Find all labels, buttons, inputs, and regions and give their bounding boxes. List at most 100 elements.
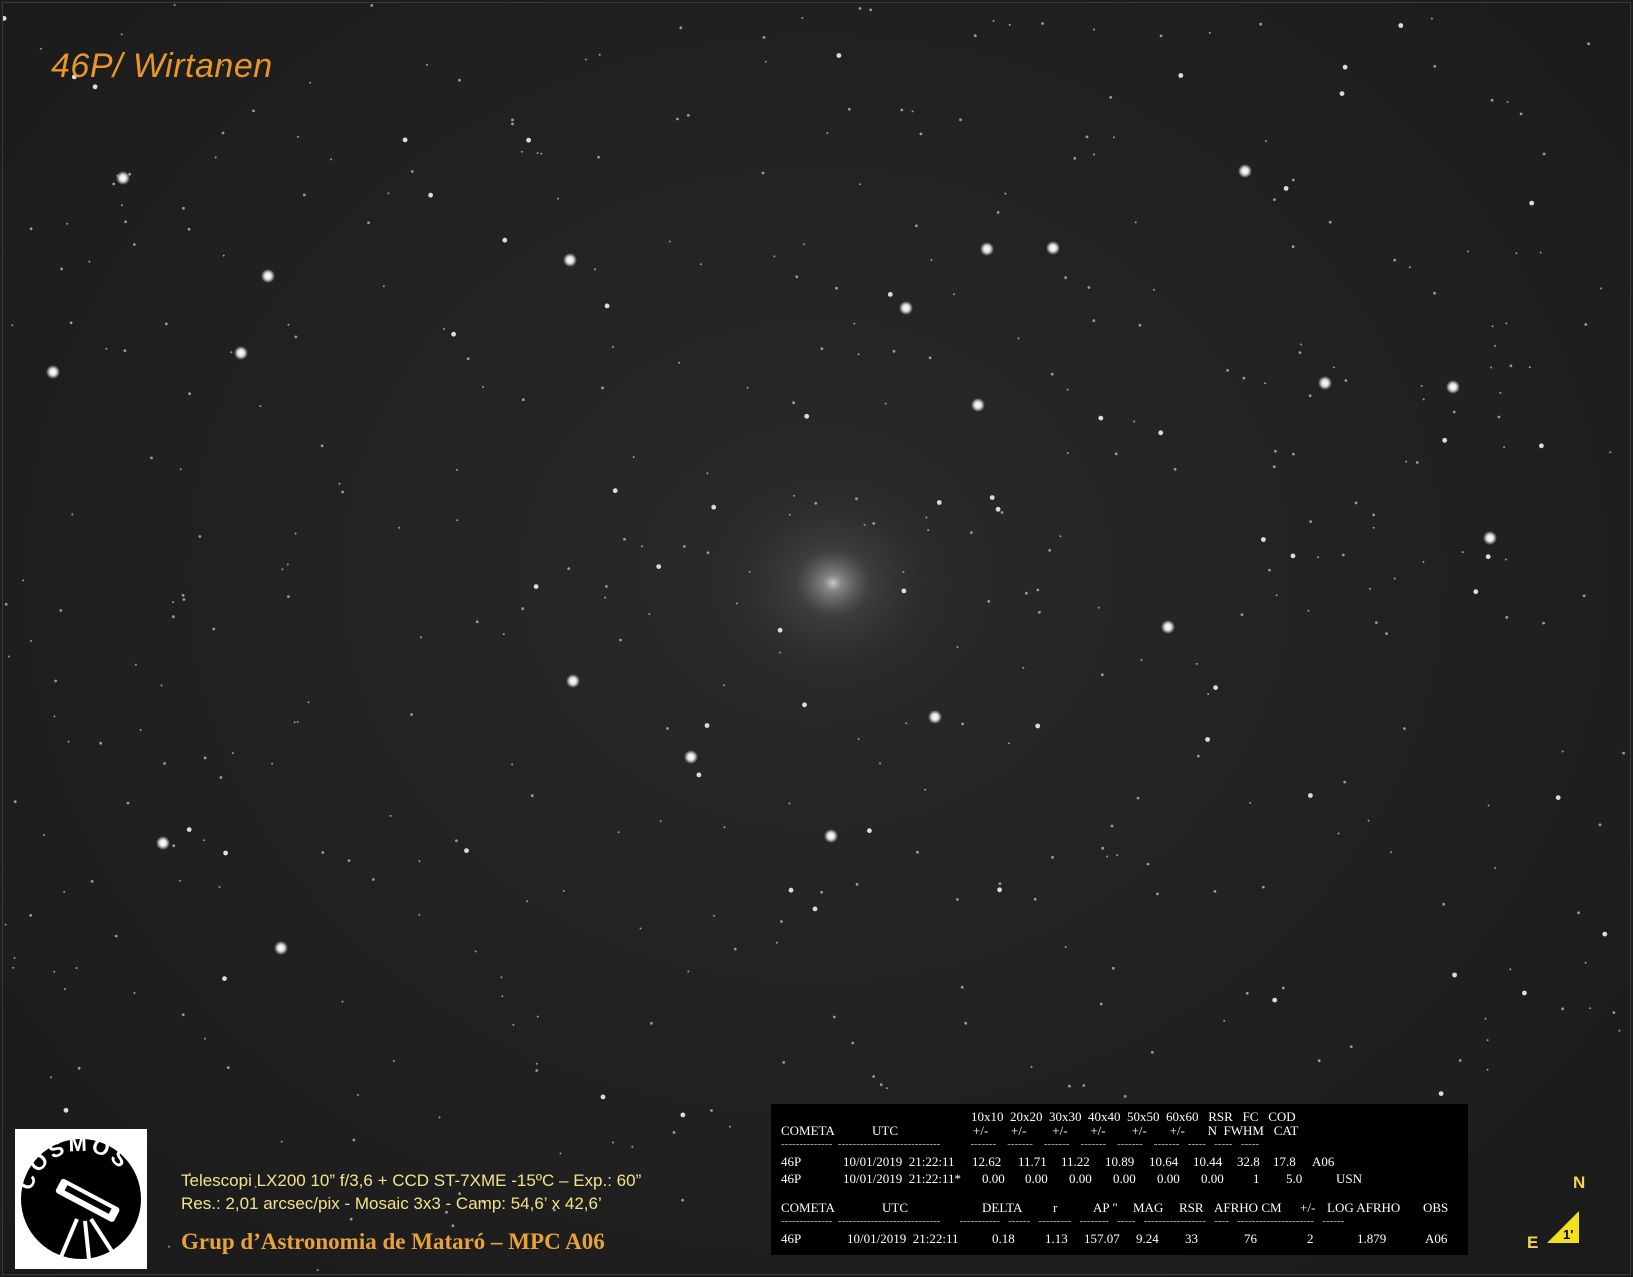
faint-star [960, 985, 964, 989]
faint-star [879, 762, 881, 765]
faint-star [956, 898, 959, 901]
faint-star [389, 814, 392, 817]
faint-star [455, 839, 458, 843]
faint-star [801, 16, 804, 19]
faint-star [723, 684, 726, 687]
faint-star [1240, 613, 1244, 617]
faint-star [916, 850, 919, 854]
faint-star [559, 1152, 562, 1155]
table-row-1-fwhm: 17.8 [1273, 1154, 1296, 1169]
bright-star [824, 829, 838, 843]
table2-row-err: 2 [1307, 1231, 1314, 1246]
faint-star [879, 1083, 883, 1087]
faint-star [30, 640, 32, 642]
caption-line-2: Res.: 2,01 arcsec/pix - Mosaic 3x3 - Cam… [181, 1194, 602, 1213]
faint-star [428, 192, 433, 198]
faint-star [420, 636, 422, 639]
faint-star [203, 1037, 206, 1040]
faint-star [1372, 526, 1375, 529]
faint-star [392, 1060, 395, 1063]
faint-star [788, 802, 791, 805]
faint-star [4, 602, 8, 606]
faint-star [872, 522, 876, 525]
faint-star [1452, 972, 1457, 978]
faint-star [90, 880, 94, 883]
table-row-1-cat: A06 [1312, 1154, 1335, 1169]
bright-star [156, 836, 170, 850]
table2-row-ap: 157.07 [1084, 1231, 1120, 1246]
faint-star [520, 150, 523, 153]
faint-star [1004, 192, 1007, 195]
faint-star [764, 60, 767, 63]
faint-star [226, 1066, 230, 1069]
faint-star [1226, 369, 1229, 372]
faint-star [511, 763, 514, 766]
faint-star [128, 172, 131, 176]
faint-star [187, 227, 191, 231]
faint-star [173, 4, 176, 6]
faint-star [536, 1015, 539, 1018]
faint-star [987, 600, 991, 603]
faint-star [53, 970, 56, 973]
faint-star [168, 1245, 170, 1248]
faint-star [294, 532, 297, 535]
faint-star [902, 570, 905, 573]
faint-star [214, 156, 217, 159]
faint-star [482, 386, 485, 389]
faint-star [1420, 384, 1423, 387]
table2-divider: -------------- -------------------------… [781, 1215, 1345, 1227]
faint-star [930, 259, 933, 261]
faint-star [623, 537, 626, 541]
faint-star [1223, 1019, 1226, 1022]
bright-star [1161, 620, 1175, 634]
faint-star [1123, 1095, 1127, 1098]
faint-star [998, 882, 1002, 886]
faint-star [1393, 577, 1396, 580]
bright-star [971, 398, 985, 412]
faint-star [1093, 28, 1095, 31]
faint-star [123, 349, 127, 353]
faint-star [1208, 31, 1211, 34]
faint-star [1268, 568, 1271, 572]
faint-star [820, 347, 824, 351]
faint-star [836, 53, 842, 58]
bright-star [274, 941, 288, 955]
faint-star [1375, 621, 1378, 624]
faint-star [1344, 379, 1348, 382]
faint-star [1066, 388, 1069, 391]
faint-star [1059, 535, 1062, 538]
faint-star [1098, 415, 1104, 421]
faint-star [1116, 854, 1119, 857]
faint-star [203, 756, 207, 760]
faint-star [1587, 42, 1590, 46]
faint-star [1035, 723, 1041, 729]
faint-star [804, 413, 810, 419]
faint-star [598, 53, 601, 56]
faint-star [927, 529, 930, 532]
faint-star [120, 204, 123, 207]
faint-star [901, 588, 907, 594]
faint-star [307, 701, 310, 704]
faint-star [29, 914, 33, 917]
faint-star [1461, 551, 1464, 554]
faint-star [293, 721, 296, 724]
faint-star [1622, 751, 1625, 755]
table-header-cometa: COMETA [781, 1123, 835, 1138]
faint-star [458, 78, 461, 82]
faint-star [1159, 34, 1163, 38]
faint-star [1367, 819, 1370, 822]
faint-star [39, 47, 42, 50]
table-row-1-20x20: 11.71 [1018, 1154, 1047, 1169]
faint-star [995, 506, 1001, 512]
faint-star [231, 752, 234, 755]
faint-star [456, 519, 459, 522]
faint-star [163, 762, 166, 765]
faint-star [134, 663, 137, 666]
faint-star [1442, 437, 1448, 443]
faint-star [780, 920, 783, 923]
faint-star [1497, 415, 1501, 419]
faint-star [294, 335, 298, 339]
table-row-2-utc: 10/01/2019 21:22:11* [843, 1171, 961, 1186]
faint-star [666, 727, 669, 730]
faint-star [869, 8, 872, 12]
